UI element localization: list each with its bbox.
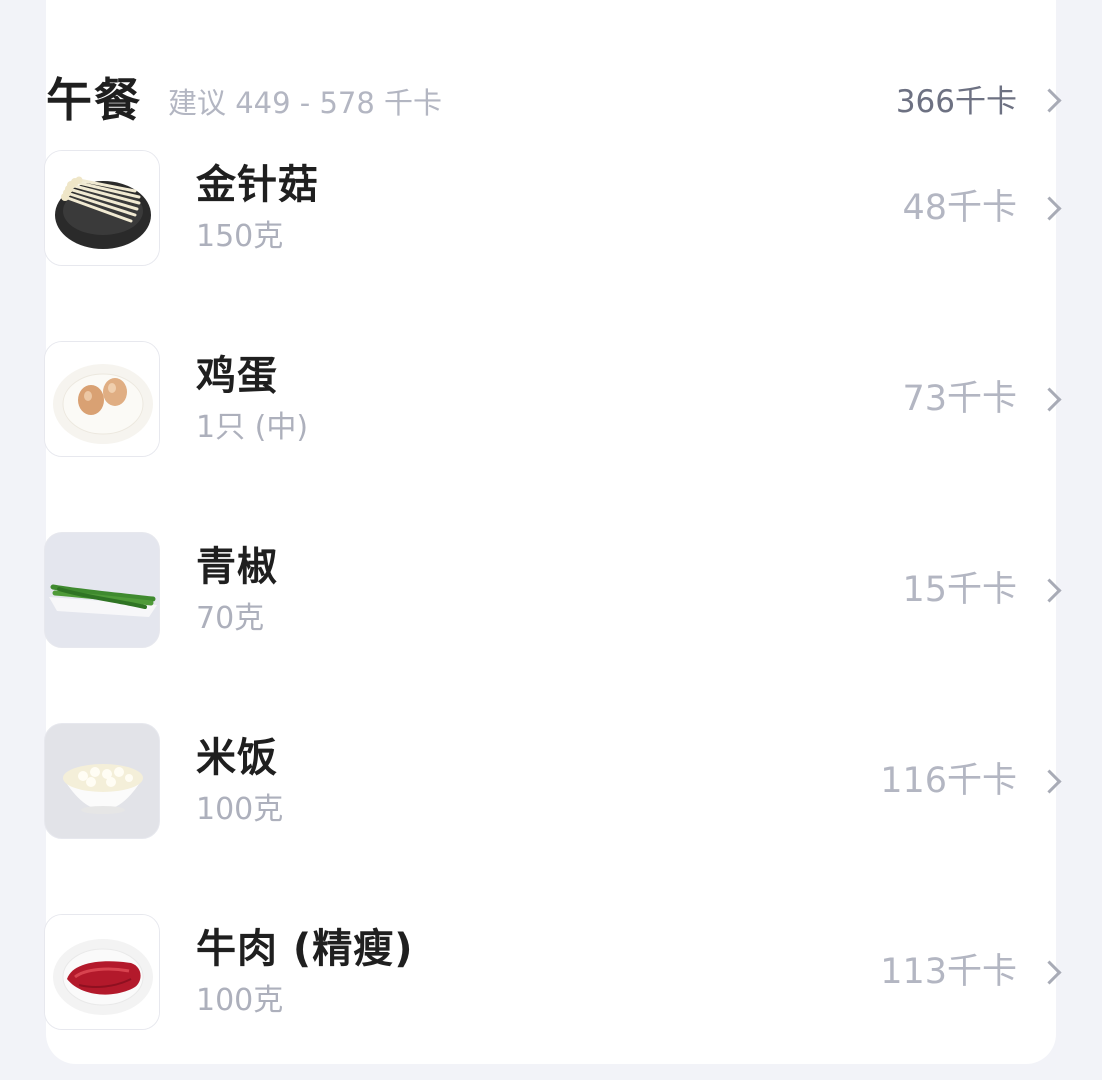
beef-icon (44, 914, 160, 1030)
meal-total-calories: 366千卡 (895, 83, 1017, 120)
food-calories: 15千卡 (902, 569, 1017, 610)
food-item-egg[interactable]: 鸡蛋 1只 (中) 73千卡 (44, 339, 1062, 459)
food-calories: 113千卡 (880, 951, 1017, 992)
chevron-right-icon (1037, 87, 1062, 113)
food-amount: 100克 (196, 792, 284, 827)
food-amount: 150克 (196, 219, 284, 254)
food-item-beef[interactable]: 牛肉 (精瘦) 100克 113千卡 (44, 912, 1062, 1032)
food-calories: 73千卡 (902, 378, 1017, 419)
food-amount: 1只 (中) (196, 410, 309, 445)
food-amount: 70克 (196, 601, 265, 636)
chevron-right-icon (1037, 768, 1062, 794)
enoki-mushroom-icon (44, 150, 160, 266)
food-name: 鸡蛋 (196, 353, 278, 399)
food-calories: 48千卡 (902, 187, 1017, 228)
meal-header[interactable]: 午餐 建议 449 - 578 千卡 366千卡 (46, 70, 1062, 130)
chevron-right-icon (1037, 959, 1062, 985)
food-name: 牛肉 (精瘦) (196, 926, 414, 972)
food-calories: 116千卡 (880, 760, 1017, 801)
food-amount: 100克 (196, 983, 284, 1018)
food-name: 金针菇 (196, 162, 319, 208)
food-name: 米饭 (196, 735, 278, 781)
chevron-right-icon (1037, 386, 1062, 412)
food-item-rice[interactable]: 米饭 100克 116千卡 (44, 721, 1062, 841)
green-pepper-icon (44, 532, 160, 648)
calorie-suggestion: 建议 449 - 578 千卡 (168, 85, 443, 120)
meal-title: 午餐 (46, 73, 142, 127)
food-name: 青椒 (196, 544, 278, 590)
egg-icon (44, 341, 160, 457)
food-item-green-pepper[interactable]: 青椒 70克 15千卡 (44, 530, 1062, 650)
rice-bowl-icon (44, 723, 160, 839)
food-item-enoki[interactable]: 金针菇 150克 48千卡 (44, 148, 1062, 268)
chevron-right-icon (1037, 195, 1062, 221)
chevron-right-icon (1037, 577, 1062, 603)
